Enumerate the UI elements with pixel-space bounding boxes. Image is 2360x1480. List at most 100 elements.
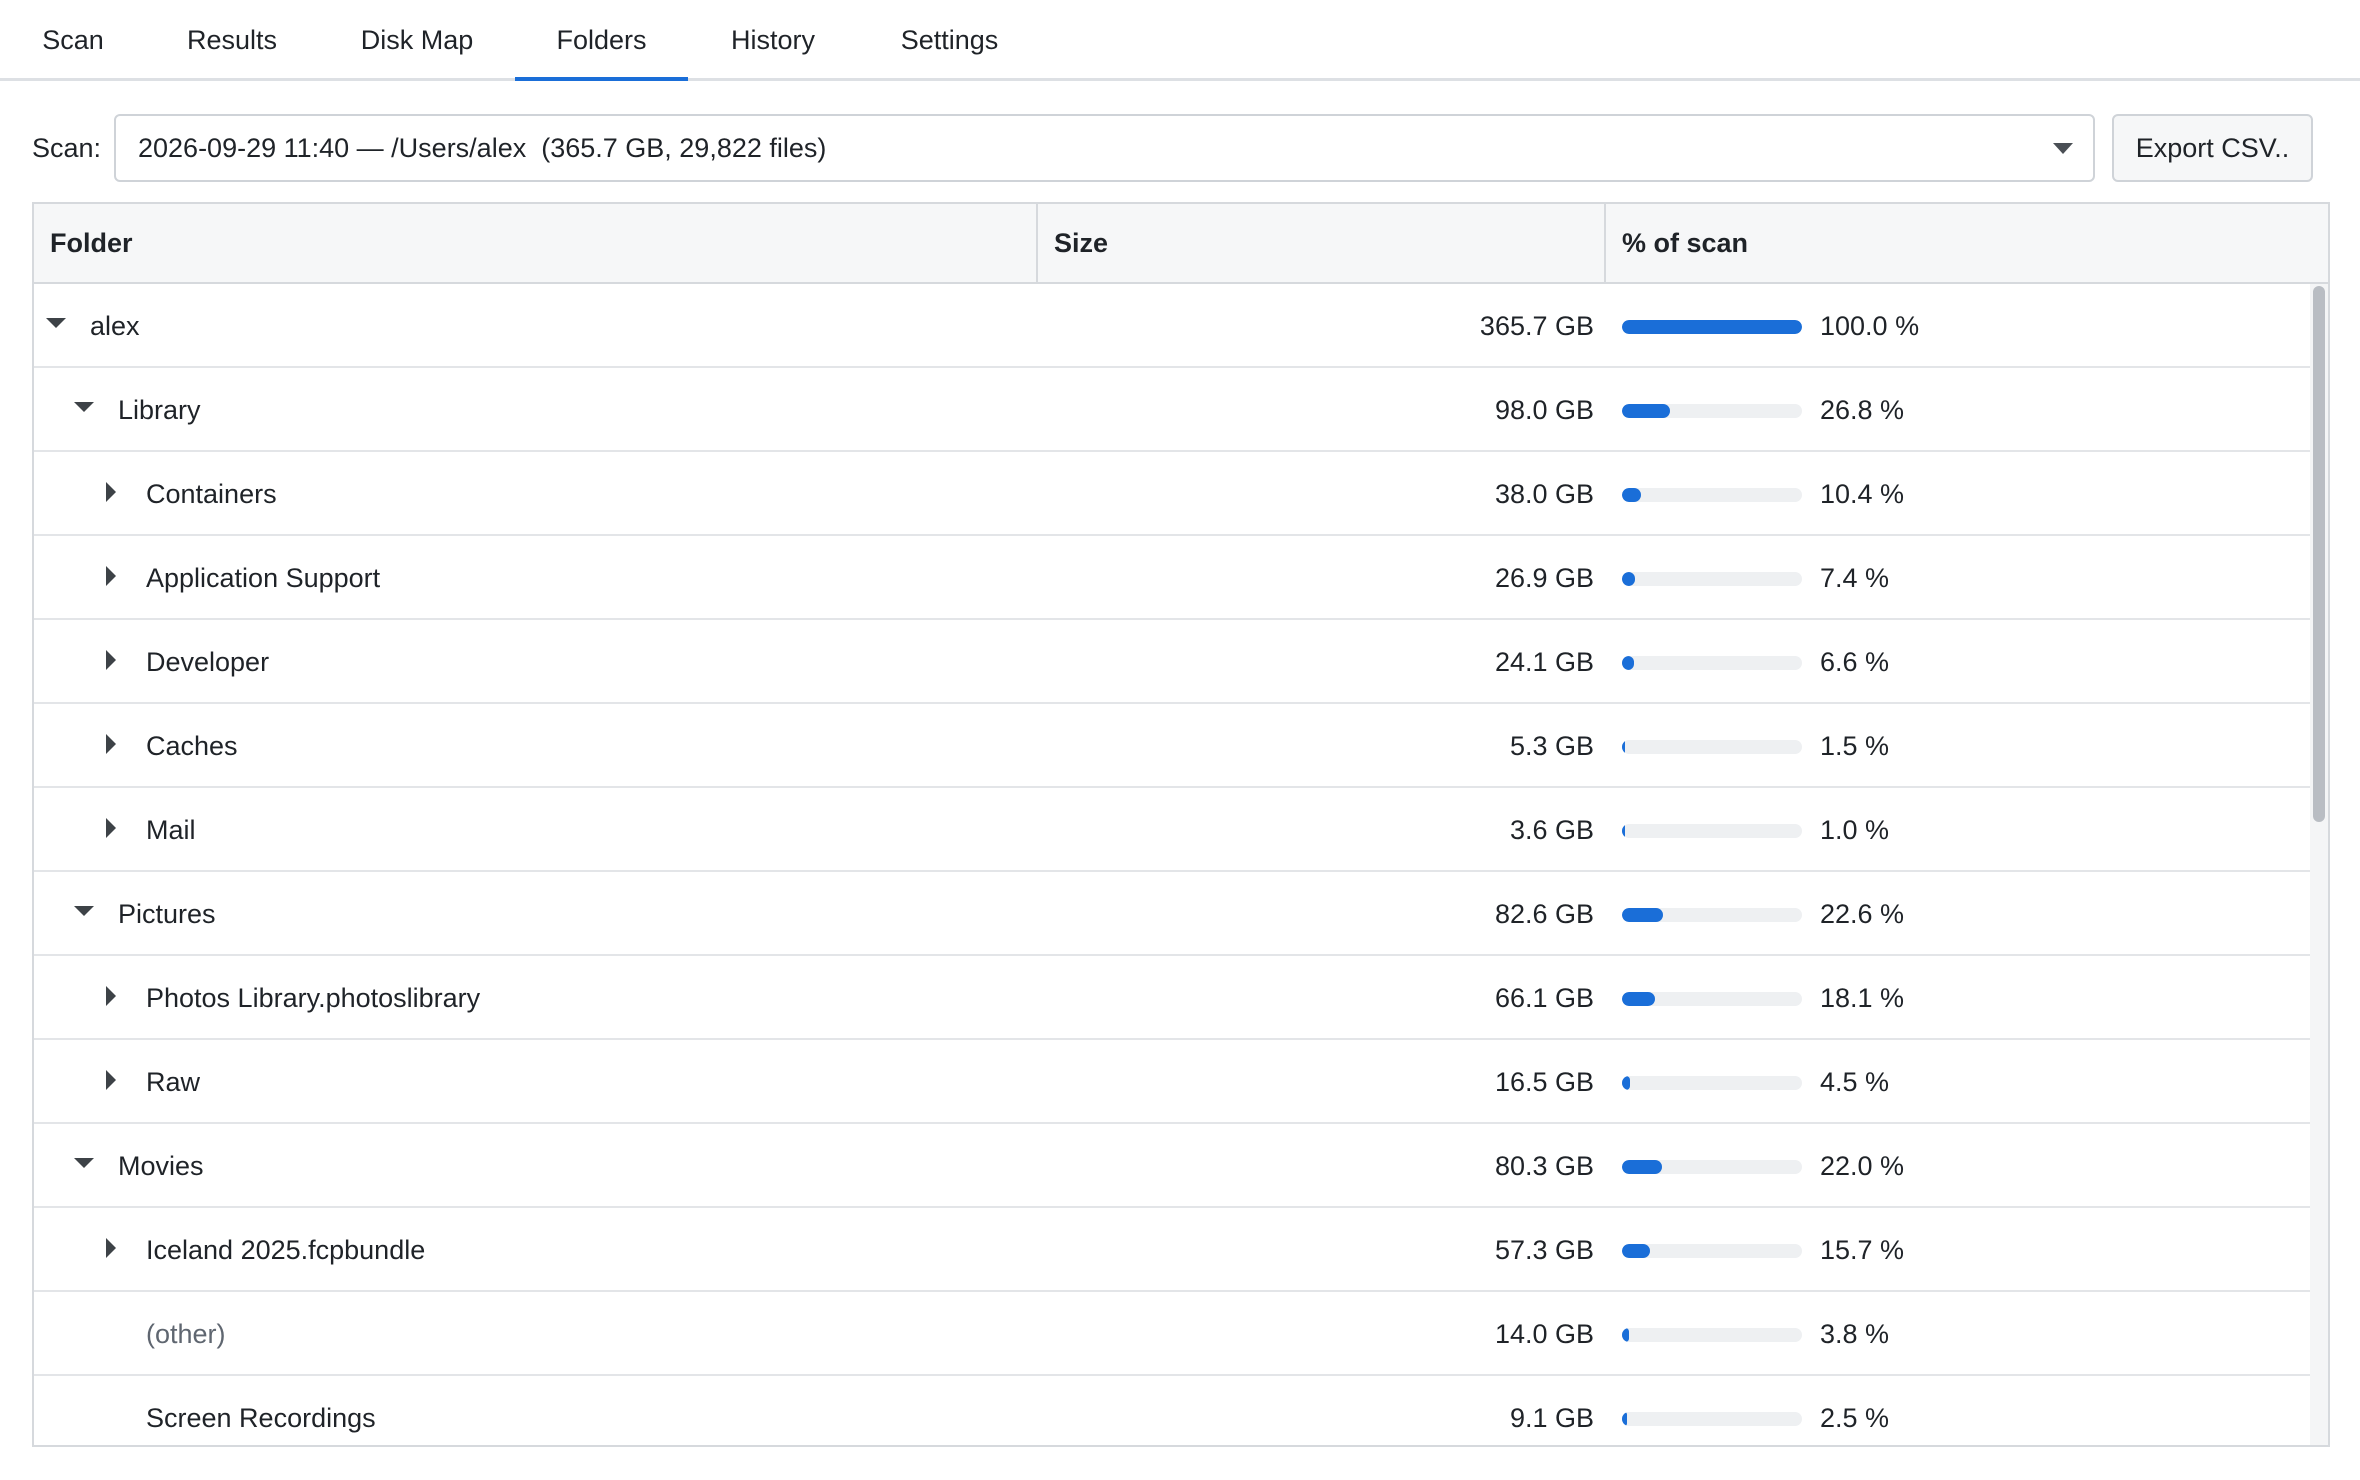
percent-bar — [1622, 320, 1802, 334]
chevron-down-icon — [2053, 143, 2073, 154]
collapse-toggle-icon[interactable] — [102, 566, 122, 586]
folder-size: 24.1 GB — [1494, 647, 1594, 677]
folder-name: Screen Recordings — [146, 1403, 376, 1433]
triangle-right-icon — [106, 482, 116, 502]
tab-folders[interactable]: Folders — [515, 0, 688, 81]
folder-percent: 22.0 % — [1820, 1151, 1905, 1181]
collapse-toggle-icon[interactable] — [102, 818, 122, 838]
table-row[interactable]: Movies 80.3 GB 22.0 % — [34, 1124, 2312, 1208]
vertical-scrollbar[interactable] — [2310, 284, 2328, 1445]
triangle-down-icon — [46, 318, 66, 328]
triangle-down-icon — [74, 1158, 94, 1168]
percent-bar-fill — [1622, 320, 1802, 334]
table-row[interactable]: alex 365.7 GB 100.0 % — [34, 284, 2312, 368]
collapse-toggle-icon[interactable] — [102, 1238, 122, 1258]
table-row[interactable]: Raw 16.5 GB 4.5 % — [34, 1040, 2312, 1124]
triangle-down-icon — [74, 402, 94, 412]
table-row[interactable]: Iceland 2025.fcpbundle 57.3 GB 15.7 % — [34, 1208, 2312, 1292]
percent-bar — [1622, 824, 1802, 838]
percent-bar — [1622, 488, 1802, 502]
folder-percent: 1.0 % — [1820, 815, 1890, 845]
folder-percent: 15.7 % — [1820, 1235, 1905, 1265]
table-row[interactable]: (other) 14.0 GB 3.8 % — [34, 1292, 2312, 1376]
folder-percent: 22.6 % — [1820, 899, 1905, 929]
percent-bar — [1622, 1244, 1802, 1258]
folder-name: Pictures — [118, 899, 216, 929]
percent-bar-fill — [1622, 908, 1663, 922]
percent-bar-fill — [1622, 404, 1670, 418]
folder-name: alex — [90, 311, 140, 341]
collapse-toggle-icon[interactable] — [102, 650, 122, 670]
folder-size: 82.6 GB — [1494, 899, 1594, 929]
folder-size: 14.0 GB — [1494, 1319, 1594, 1349]
table-row[interactable]: Developer 24.1 GB 6.6 % — [34, 620, 2312, 704]
scan-label: Scan: — [32, 133, 102, 163]
table-row[interactable]: Caches 5.3 GB 1.5 % — [34, 704, 2312, 788]
folder-percent: 3.8 % — [1820, 1319, 1890, 1349]
collapse-toggle-icon[interactable] — [102, 986, 122, 1006]
folder-name: Caches — [146, 731, 238, 761]
folder-size: 365.7 GB — [1479, 311, 1594, 341]
folder-percent: 4.5 % — [1820, 1067, 1890, 1097]
folder-size: 98.0 GB — [1494, 395, 1594, 425]
triangle-right-icon — [106, 1070, 116, 1090]
folder-name: Developer — [146, 647, 270, 677]
collapse-toggle-icon[interactable] — [102, 482, 122, 502]
folder-percent: 2.5 % — [1820, 1403, 1890, 1433]
export-csv-button[interactable]: Export CSV.. — [2112, 114, 2313, 182]
triangle-right-icon — [106, 1238, 116, 1258]
table-header: Folder Size % of scan — [34, 204, 2312, 284]
tab-scan[interactable]: Scan — [12, 0, 134, 81]
folder-name: Iceland 2025.fcpbundle — [146, 1235, 426, 1265]
percent-bar — [1622, 992, 1802, 1006]
table-row[interactable]: Application Support 26.9 GB 7.4 % — [34, 536, 2312, 620]
percent-bar-fill — [1622, 992, 1655, 1006]
expand-toggle-icon[interactable] — [74, 398, 94, 418]
collapse-toggle-icon[interactable] — [102, 734, 122, 754]
column-header-folder[interactable]: Folder — [34, 204, 1038, 282]
folder-size: 38.0 GB — [1494, 479, 1594, 509]
folder-name: Raw — [146, 1067, 201, 1097]
column-header-size[interactable]: Size — [1038, 204, 1606, 282]
folder-size: 9.1 GB — [1509, 1403, 1594, 1433]
table-row[interactable]: Pictures 82.6 GB 22.6 % — [34, 872, 2312, 956]
folder-percent: 7.4 % — [1820, 563, 1890, 593]
folder-name: Mail — [146, 815, 196, 845]
percent-bar — [1622, 1076, 1802, 1090]
scan-select[interactable]: 2026-09-29 11:40 — /Users/alex (365.7 GB… — [114, 114, 2095, 182]
folder-percent: 100.0 % — [1820, 311, 1920, 341]
table-row[interactable]: Containers 38.0 GB 10.4 % — [34, 452, 2312, 536]
folder-name: Containers — [146, 479, 277, 509]
table-row[interactable]: Mail 3.6 GB 1.0 % — [34, 788, 2312, 872]
column-header-percent[interactable]: % of scan — [1606, 204, 2312, 282]
folder-percent: 6.6 % — [1820, 647, 1890, 677]
expand-toggle-icon[interactable] — [74, 902, 94, 922]
percent-bar-fill — [1622, 656, 1634, 670]
triangle-right-icon — [106, 734, 116, 754]
scan-select-value: 2026-09-29 11:40 — /Users/alex (365.7 GB… — [138, 133, 827, 163]
folder-size: 80.3 GB — [1494, 1151, 1594, 1181]
table-row[interactable]: Photos Library.photoslibrary 66.1 GB 18.1 … — [34, 956, 2312, 1040]
table-row[interactable]: Library 98.0 GB 26.8 % — [34, 368, 2312, 452]
percent-bar — [1622, 1328, 1802, 1342]
table-row[interactable]: Screen Recordings 9.1 GB 2.5 % — [34, 1376, 2312, 1445]
percent-bar-fill — [1622, 1160, 1662, 1174]
tab-disk-map[interactable]: Disk Map — [340, 0, 494, 81]
tab-results[interactable]: Results — [170, 0, 294, 81]
expand-toggle-icon[interactable] — [46, 314, 66, 334]
percent-bar-fill — [1622, 1412, 1627, 1426]
folder-size: 26.9 GB — [1494, 563, 1594, 593]
expand-toggle-icon[interactable] — [74, 1154, 94, 1174]
folder-name: (other) — [146, 1319, 226, 1349]
collapse-toggle-icon[interactable] — [102, 1070, 122, 1090]
folder-size: 66.1 GB — [1494, 983, 1594, 1013]
triangle-right-icon — [106, 650, 116, 670]
folder-name: Application Support — [146, 563, 381, 593]
folder-size: 16.5 GB — [1494, 1067, 1594, 1097]
folder-size: 3.6 GB — [1509, 815, 1594, 845]
tab-settings[interactable]: Settings — [878, 0, 1021, 81]
tab-history[interactable]: History — [710, 0, 836, 81]
triangle-right-icon — [106, 986, 116, 1006]
percent-bar — [1622, 404, 1802, 418]
scroll-thumb[interactable] — [2313, 286, 2325, 822]
